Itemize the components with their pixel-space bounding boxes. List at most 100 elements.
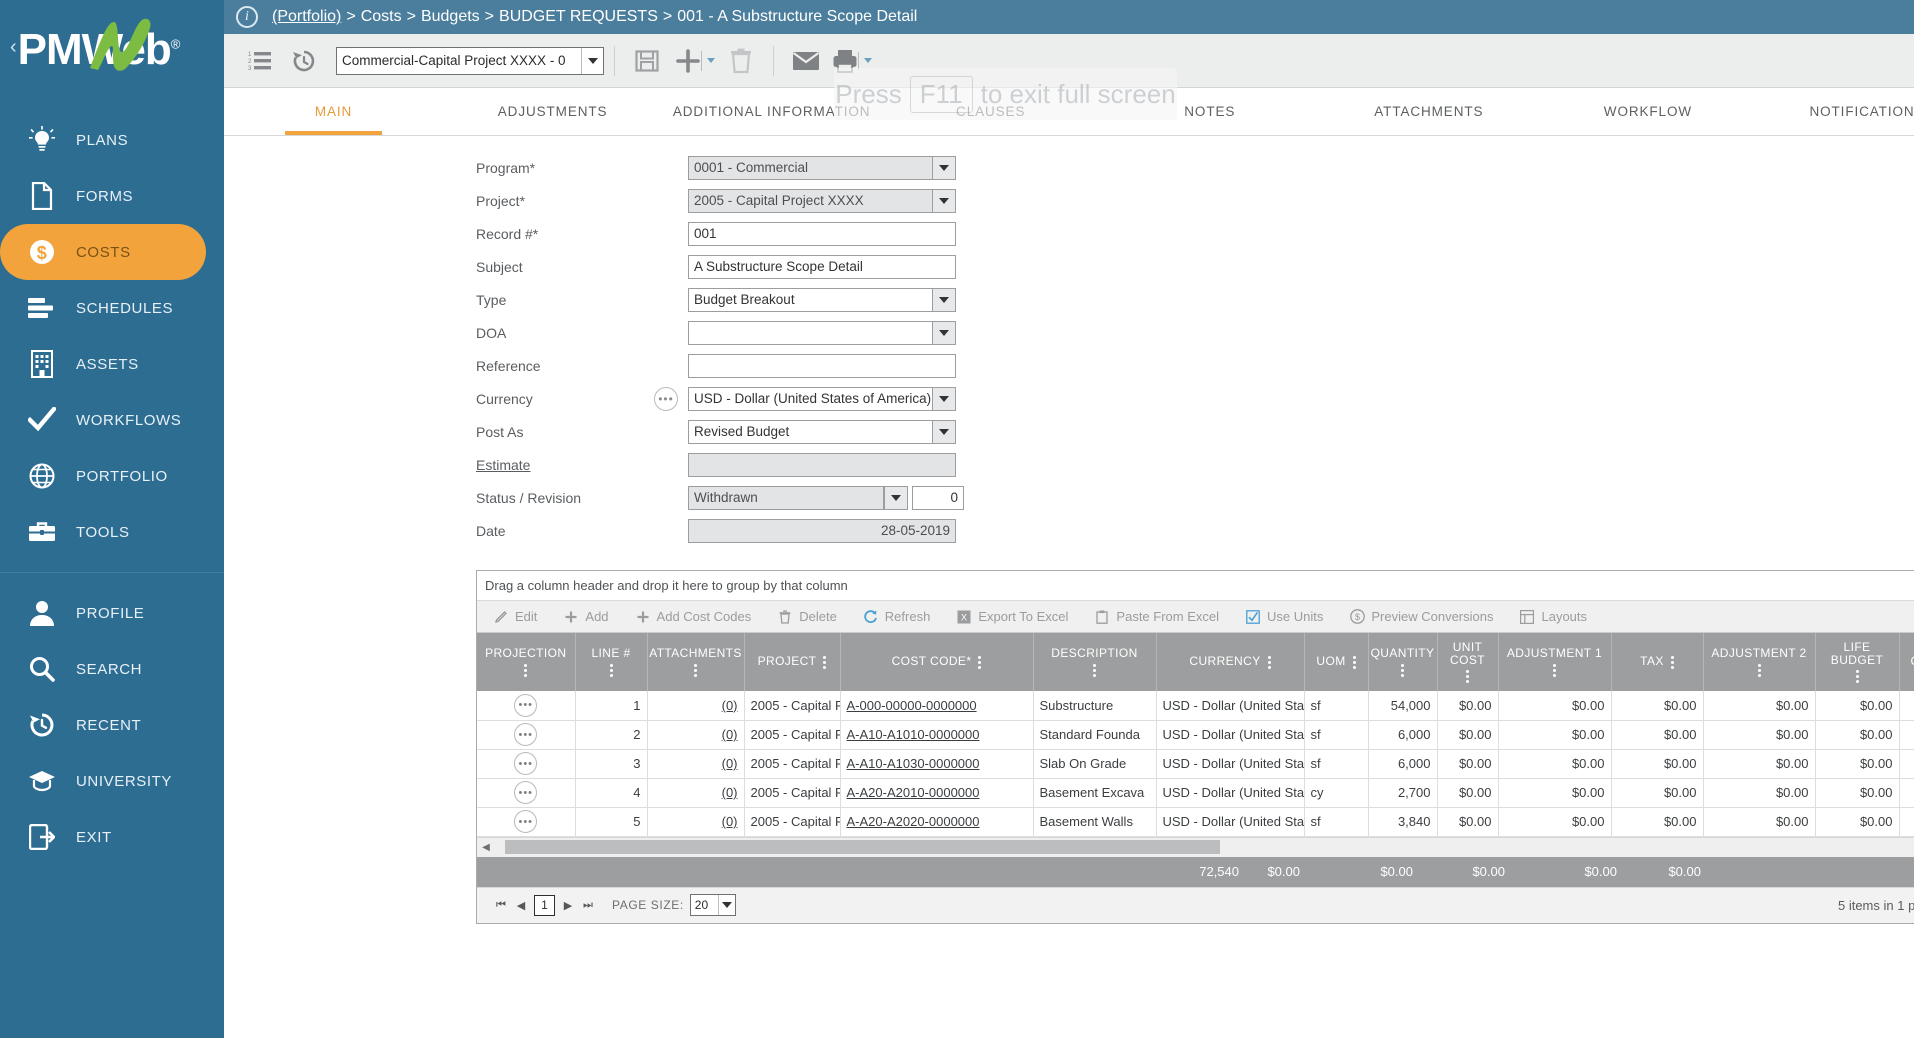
reference-input[interactable] <box>688 353 956 378</box>
col-description[interactable]: DESCRIPTION <box>1033 633 1157 691</box>
cell-attachments[interactable]: (0) <box>647 778 745 808</box>
prev-page-icon[interactable]: ◀ <box>511 895 531 915</box>
tab-clauses[interactable]: CLAUSES <box>881 88 1100 135</box>
list-icon[interactable]: 123 <box>238 39 282 83</box>
cell-attachments[interactable]: (0) <box>647 720 745 750</box>
envelope-icon[interactable] <box>784 39 828 83</box>
cost-code-link[interactable]: A-A10-A1010-0000000 <box>847 727 980 742</box>
col-currency[interactable]: CURRENCY <box>1156 633 1305 691</box>
sidebar-item-tools[interactable]: TOOLS <box>0 504 224 560</box>
export-to-excel-button[interactable]: X Export To Excel <box>956 609 1068 625</box>
cost-code-link[interactable]: A-A20-A2020-0000000 <box>847 814 980 829</box>
col-line-number[interactable]: LINE # <box>575 633 648 691</box>
column-menu-icon[interactable] <box>1267 655 1271 669</box>
scroll-track[interactable] <box>495 840 1914 854</box>
post-as-chevron-down-icon[interactable] <box>932 419 956 444</box>
cell-projection[interactable]: ••• <box>477 720 576 750</box>
table-row[interactable]: ••• 5 (0) 2005 - Capital Pro A-A20-A2020… <box>477 807 1914 837</box>
doa-input[interactable] <box>688 320 932 345</box>
program-chevron-down-icon[interactable] <box>932 155 956 180</box>
sidebar-item-university[interactable]: UNIVERSITY <box>0 753 224 809</box>
post-as-input[interactable]: Revised Budget <box>688 419 932 444</box>
attachments-link[interactable]: (0) <box>722 756 738 771</box>
history-icon[interactable] <box>282 39 326 83</box>
tab-main[interactable]: MAIN <box>224 88 443 135</box>
chevron-down-icon[interactable] <box>581 47 603 74</box>
group-by-dropzone[interactable]: Drag a column header and drop it here to… <box>477 571 1914 601</box>
sidebar-item-profile[interactable]: PROFILE <box>0 585 224 641</box>
use-units-checkbox[interactable]: Use Units <box>1245 609 1323 625</box>
project-selector[interactable]: Commercial-Capital Project XXXX - 0 <box>336 46 604 75</box>
type-input[interactable]: Budget Breakout <box>688 287 932 312</box>
column-menu-icon[interactable] <box>609 663 613 677</box>
tab-adjustments[interactable]: ADJUSTMENTS <box>443 88 662 135</box>
row-actions-icon[interactable]: ••• <box>514 781 538 804</box>
row-actions-icon[interactable]: ••• <box>514 723 538 746</box>
cell-projection[interactable]: ••• <box>477 778 576 808</box>
layouts-button[interactable]: Layouts <box>1519 609 1587 625</box>
column-menu-icon[interactable] <box>1855 670 1859 684</box>
paste-from-excel-button[interactable]: Paste From Excel <box>1094 609 1219 625</box>
column-menu-icon[interactable] <box>524 663 528 677</box>
cost-code-link[interactable]: A-000-00000-0000000 <box>847 698 977 713</box>
cell-cost-code[interactable]: A-A10-A1030-0000000 <box>840 749 1034 779</box>
column-menu-icon[interactable] <box>1757 663 1761 677</box>
save-icon[interactable] <box>625 39 669 83</box>
col-uom[interactable]: UOM <box>1304 633 1369 691</box>
print-dropdown-chevron-icon[interactable] <box>864 58 872 63</box>
tab-notes[interactable]: NOTES <box>1100 88 1319 135</box>
cell-projection[interactable]: ••• <box>477 807 576 837</box>
col-project[interactable]: PROJECT <box>744 633 841 691</box>
currency-chevron-down-icon[interactable] <box>932 386 956 411</box>
page-size-select[interactable]: 20 <box>689 894 736 916</box>
project-input[interactable]: 2005 - Capital Project XXXX <box>688 188 932 213</box>
preview-conversions-button[interactable]: $ Preview Conversions <box>1349 609 1493 625</box>
table-row[interactable]: ••• 4 (0) 2005 - Capital Pro A-A20-A2010… <box>477 778 1914 808</box>
column-menu-icon[interactable] <box>1352 655 1356 669</box>
program-input[interactable]: 0001 - Commercial <box>688 155 932 180</box>
current-page-input[interactable]: 1 <box>534 894 555 916</box>
scroll-thumb[interactable] <box>505 840 1220 854</box>
cell-attachments[interactable]: (0) <box>647 691 745 721</box>
cell-attachments[interactable]: (0) <box>647 749 745 779</box>
sidebar-item-exit[interactable]: EXIT <box>0 809 224 865</box>
cost-code-link[interactable]: A-A20-A2010-0000000 <box>847 785 980 800</box>
col-unit-cost[interactable]: UNIT COST <box>1437 633 1499 691</box>
breadcrumb-item-budget-requests[interactable]: BUDGET REQUESTS <box>499 8 658 26</box>
col-cost-code[interactable]: COST CODE* <box>840 633 1034 691</box>
revision-input[interactable]: 0 <box>912 485 964 510</box>
col-tax[interactable]: TAX <box>1611 633 1704 691</box>
attachments-link[interactable]: (0) <box>722 814 738 829</box>
sidebar-item-portfolio[interactable]: PORTFOLIO <box>0 448 224 504</box>
edit-button[interactable]: Edit <box>493 609 537 625</box>
project-chevron-down-icon[interactable] <box>932 188 956 213</box>
estimate-input[interactable] <box>688 452 956 477</box>
col-projection[interactable]: PROJECTION <box>477 633 576 691</box>
status-chevron-down-icon[interactable] <box>884 485 908 510</box>
refresh-button[interactable]: Refresh <box>863 609 930 625</box>
col-life-budget[interactable]: LIFE BUDGET <box>1815 633 1900 691</box>
table-row[interactable]: ••• 2 (0) 2005 - Capital Pro A-A10-A1010… <box>477 720 1914 750</box>
subject-input[interactable]: A Substructure Scope Detail <box>688 254 956 279</box>
sidebar-item-search[interactable]: SEARCH <box>0 641 224 697</box>
type-chevron-down-icon[interactable] <box>932 287 956 312</box>
currency-input[interactable]: USD - Dollar (United States of America) <box>688 386 932 411</box>
cell-cost-code[interactable]: A-000-00000-0000000 <box>840 691 1034 721</box>
col-cost[interactable]: COST <box>1899 633 1914 691</box>
status-input[interactable]: Withdrawn <box>688 485 884 510</box>
column-menu-icon[interactable] <box>978 655 982 669</box>
collapse-sidebar-chevron-icon[interactable]: ‹ <box>10 36 17 59</box>
attachments-link[interactable]: (0) <box>722 727 738 742</box>
tab-attachments[interactable]: ATTACHMENTS <box>1319 88 1538 135</box>
column-menu-icon[interactable] <box>1466 670 1469 684</box>
printer-icon[interactable] <box>828 39 862 83</box>
info-icon[interactable]: i <box>236 6 258 28</box>
scroll-left-icon[interactable]: ◀ <box>477 838 495 856</box>
sidebar-item-schedules[interactable]: SCHEDULES <box>0 280 224 336</box>
table-row[interactable]: ••• 1 (0) 2005 - Capital Pro A-000-00000… <box>477 691 1914 721</box>
tab-notifications[interactable]: NOTIFICATIONS <box>1757 88 1914 135</box>
cell-cost-code[interactable]: A-A10-A1010-0000000 <box>840 720 1034 750</box>
cell-projection[interactable]: ••• <box>477 691 576 721</box>
next-page-icon[interactable]: ▶ <box>558 895 578 915</box>
page-size-chevron-down-icon[interactable] <box>717 895 735 915</box>
